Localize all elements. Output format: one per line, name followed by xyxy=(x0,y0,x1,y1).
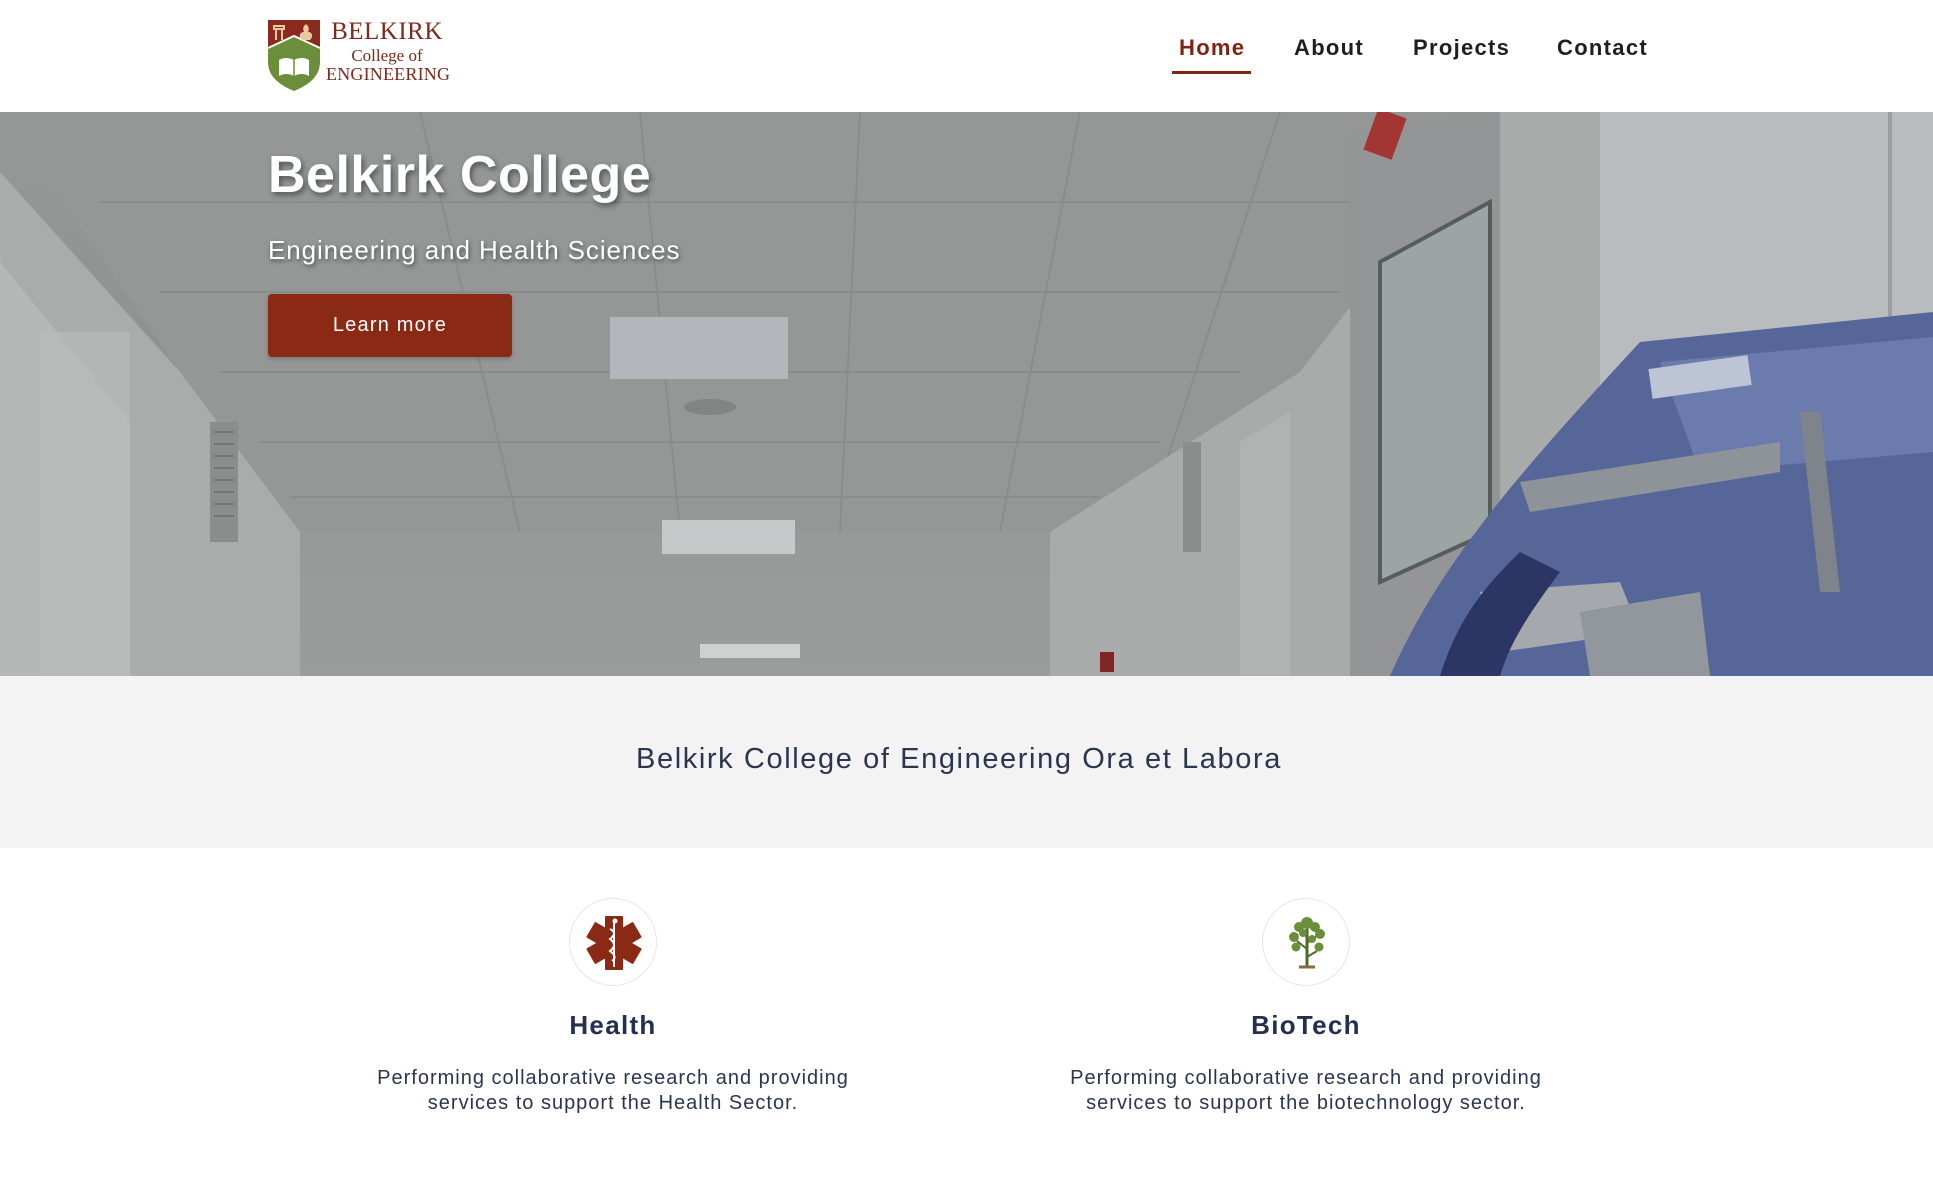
nav-item-home[interactable]: Home xyxy=(1179,35,1245,61)
nav-active-indicator xyxy=(1172,71,1251,74)
feature-title-health: Health xyxy=(569,1010,657,1040)
hero-banner: Belkirk College Engineering and Health S… xyxy=(0,112,1933,676)
logo-subline-2: ENGINEERING xyxy=(326,64,451,84)
feature-title-biotech: BioTech xyxy=(1251,1010,1361,1040)
motto-text: Belkirk College of Engineering Ora et La… xyxy=(636,743,1282,775)
learn-more-button[interactable]: Learn more xyxy=(268,294,512,357)
plant-tree-icon xyxy=(1262,898,1350,986)
nav-item-projects[interactable]: Projects xyxy=(1413,35,1510,61)
logo-wordmark: BELKIRK College of ENGINEERING xyxy=(326,18,451,84)
nav-item-about[interactable]: About xyxy=(1294,35,1364,61)
logo-subline: College of xyxy=(351,46,423,65)
crest-icon xyxy=(267,20,321,91)
logo-name: BELKIRK xyxy=(331,18,443,45)
feature-description-biotech: Performing collaborative research and pr… xyxy=(1070,1067,1542,1114)
hero-title: Belkirk College xyxy=(268,146,652,204)
feature-card-biotech: BioTech Performing collaborative researc… xyxy=(1026,898,1586,1116)
features-section: Health Performing collaborative research… xyxy=(0,848,1933,1187)
feature-description-health: Performing collaborative research and pr… xyxy=(377,1067,849,1114)
site-header: BELKIRK College of ENGINEERING Home Abou… xyxy=(0,0,1933,112)
nav-item-contact[interactable]: Contact xyxy=(1557,35,1648,61)
college-logo[interactable]: BELKIRK College of ENGINEERING xyxy=(266,18,451,92)
feature-card-health: Health Performing collaborative research… xyxy=(333,898,893,1116)
hero-subtitle: Engineering and Health Sciences xyxy=(268,235,681,265)
medical-star-of-life-icon xyxy=(569,898,657,986)
motto-band: Belkirk College of Engineering Ora et La… xyxy=(0,676,1933,848)
